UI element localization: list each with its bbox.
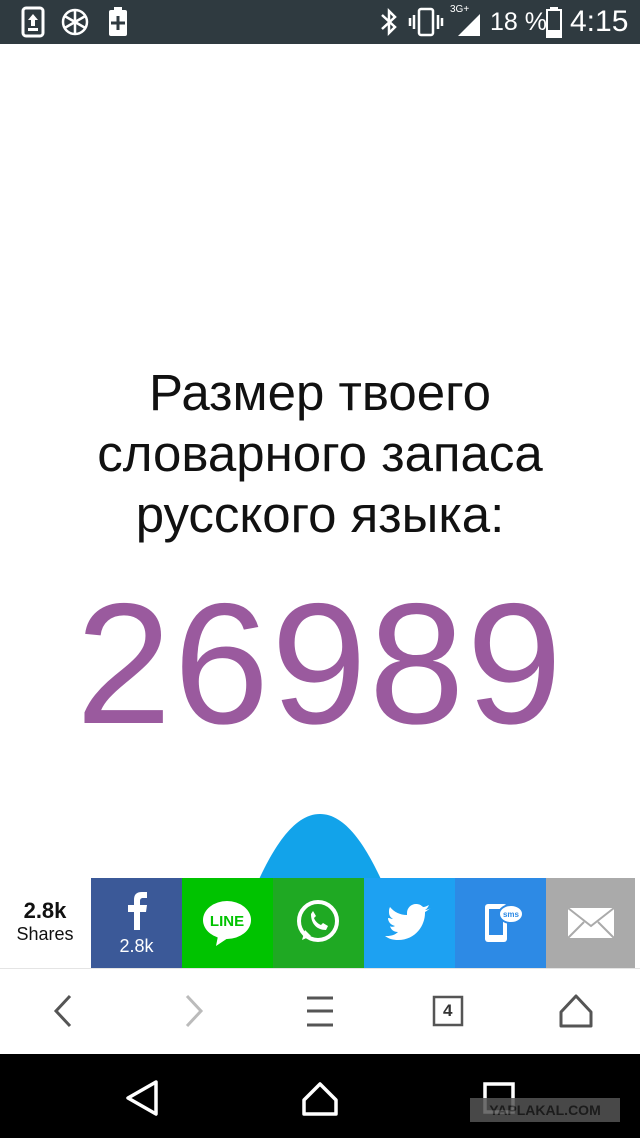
browser-toolbar: 4 (0, 968, 640, 1055)
line-share-button[interactable]: LINE (182, 878, 273, 968)
network-type-label: 3G+ (450, 4, 469, 15)
menu-icon (307, 996, 333, 1027)
whatsapp-icon (297, 900, 339, 942)
twitter-icon (385, 904, 431, 940)
sms-share-button[interactable]: sms (455, 878, 546, 968)
back-arrow-icon (53, 994, 72, 1028)
status-bar: 3G+ 18 % 4:15 (0, 0, 640, 44)
share-count-number: 2.8k (23, 898, 67, 923)
sms-label: sms (503, 910, 520, 919)
share-bar: 2.8k Shares 2.8k LINE sms (0, 878, 640, 968)
watermark: YAPLAKAL.COM (470, 1098, 620, 1122)
bluetooth-icon (381, 7, 397, 37)
notification-upload-icon (21, 6, 45, 38)
tabs-button[interactable]: 4 (408, 969, 488, 1055)
line-icon: LINE (203, 901, 251, 946)
result-headline: Размер твоего словарного запаса русского… (97, 364, 543, 543)
battery-percent: 18 % (490, 8, 547, 36)
tab-count: 4 (443, 1001, 453, 1020)
clock: 4:15 (570, 5, 629, 38)
back-icon[interactable] (118, 1076, 166, 1120)
vocabulary-score: 26989 (75, 568, 565, 760)
twitter-share-button[interactable] (364, 878, 455, 968)
back-button[interactable] (22, 969, 102, 1055)
facebook-share-button[interactable]: 2.8k (91, 878, 182, 968)
system-nav-bar: YAPLAKAL.COM (0, 1054, 640, 1138)
whatsapp-share-button[interactable] (273, 878, 364, 968)
battery-icon (546, 7, 562, 38)
facebook-icon (128, 892, 147, 930)
line-label: LINE (210, 913, 244, 930)
home-icon[interactable] (296, 1076, 344, 1120)
forward-arrow-icon (185, 994, 204, 1028)
result-page: Размер твоего словарного запаса русского… (0, 44, 640, 968)
facebook-share-count: 2.8k (119, 936, 154, 956)
email-share-button[interactable] (546, 878, 635, 968)
menu-button[interactable] (280, 969, 360, 1055)
share-count: 2.8k Shares (0, 878, 90, 968)
forward-button[interactable] (152, 969, 232, 1055)
vibrate-icon (408, 7, 444, 37)
signal-icon: 3G+ (450, 4, 480, 36)
sms-icon: sms (485, 904, 524, 942)
home-icon (559, 994, 593, 1028)
battery-saver-icon (109, 7, 127, 36)
share-count-label: Shares (16, 924, 74, 944)
home-button[interactable] (536, 969, 616, 1055)
email-icon (567, 907, 615, 939)
snowflake-icon (61, 8, 89, 36)
